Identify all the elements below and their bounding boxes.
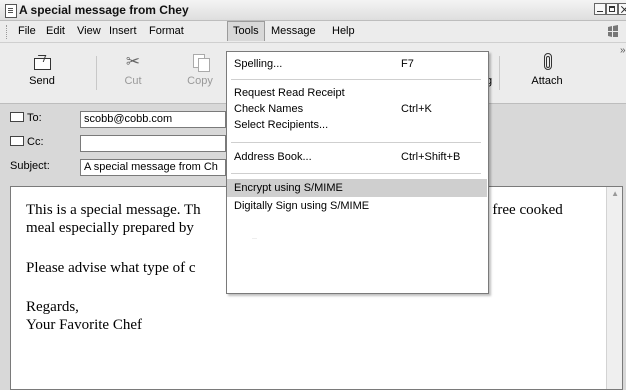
scroll-up-arrow-icon[interactable]: ▲ — [611, 189, 619, 198]
body-line: e free cooked — [482, 202, 563, 218]
send-label: Send — [29, 75, 55, 87]
menu-item-digitally-sign-smime[interactable]: Digitally Sign using S/MIME — [227, 197, 487, 215]
menu-item-encrypt-smime[interactable]: Encrypt using S/MIME — [227, 179, 487, 197]
menu-item-select-recipients[interactable]: Select Recipients... — [227, 116, 487, 134]
copy-label: Copy — [187, 75, 213, 87]
cut-button[interactable]: ✂ Cut — [107, 50, 159, 96]
cc-label[interactable]: Cc: — [10, 136, 44, 148]
scissors-icon: ✂ — [125, 52, 141, 71]
body-line: Please advise what type of c — [26, 260, 196, 276]
menu-separator — [231, 79, 481, 80]
menu-tools[interactable]: Tools — [227, 21, 265, 41]
attach-label: Attach — [531, 75, 563, 87]
toolbar-chevron-icon[interactable]: » — [620, 45, 626, 56]
menu-item-address-book[interactable]: Address Book... Ctrl+Shift+B — [227, 148, 487, 166]
vertical-scrollbar[interactable]: ▲ — [606, 187, 622, 389]
tools-menu: Spelling... F7 Request Read Receipt Check… — [226, 51, 489, 294]
subject-label: Subject: — [10, 160, 50, 172]
toolbar-separator — [96, 56, 97, 90]
menu-separator — [231, 142, 481, 143]
paperclip-icon — [537, 53, 557, 71]
subject-field[interactable]: A special message from Ch — [80, 159, 226, 176]
cc-field[interactable] — [80, 135, 226, 152]
address-book-icon — [10, 136, 24, 146]
close-button[interactable] — [618, 3, 626, 15]
menu-help[interactable]: Help — [327, 22, 360, 40]
copy-icon — [190, 53, 210, 72]
minimize-button[interactable] — [594, 3, 606, 15]
body-line: This is a special message. Th — [26, 202, 201, 218]
to-field[interactable]: scobb@cobb.com — [80, 111, 226, 128]
menu-file[interactable]: File — [13, 22, 41, 40]
menu-edit[interactable]: Edit — [41, 22, 70, 40]
window-title: A special message from Chey — [19, 3, 189, 17]
body-line: Regards, — [26, 299, 79, 315]
menu-format[interactable]: Format — [144, 22, 189, 40]
body-line: meal especially prepared by — [26, 220, 194, 236]
send-button[interactable]: Send — [16, 50, 68, 96]
toolbar-separator — [499, 56, 500, 90]
send-icon — [32, 53, 52, 71]
address-book-icon — [10, 112, 24, 122]
title-bar[interactable]: A special message from Chey — [0, 0, 626, 21]
menu-message[interactable]: Message — [266, 22, 321, 40]
cut-label: Cut — [124, 75, 142, 87]
copy-button[interactable]: Copy — [174, 50, 226, 96]
menu-item-spelling[interactable]: Spelling... F7 — [227, 55, 487, 73]
message-icon — [5, 4, 17, 18]
windows-logo-icon — [608, 25, 618, 37]
menu-grip[interactable] — [6, 25, 9, 39]
menu-separator — [231, 173, 481, 174]
body-line: Your Favorite Chef — [26, 317, 142, 333]
disabled-menu-placeholder — [252, 238, 257, 239]
menu-bar: File Edit View Insert Format Tools Messa… — [0, 21, 626, 43]
menu-view[interactable]: View — [72, 22, 106, 40]
maximize-button[interactable] — [606, 3, 618, 15]
to-label[interactable]: To: — [10, 112, 42, 124]
menu-insert[interactable]: Insert — [104, 22, 142, 40]
attach-button[interactable]: Attach — [521, 50, 573, 96]
